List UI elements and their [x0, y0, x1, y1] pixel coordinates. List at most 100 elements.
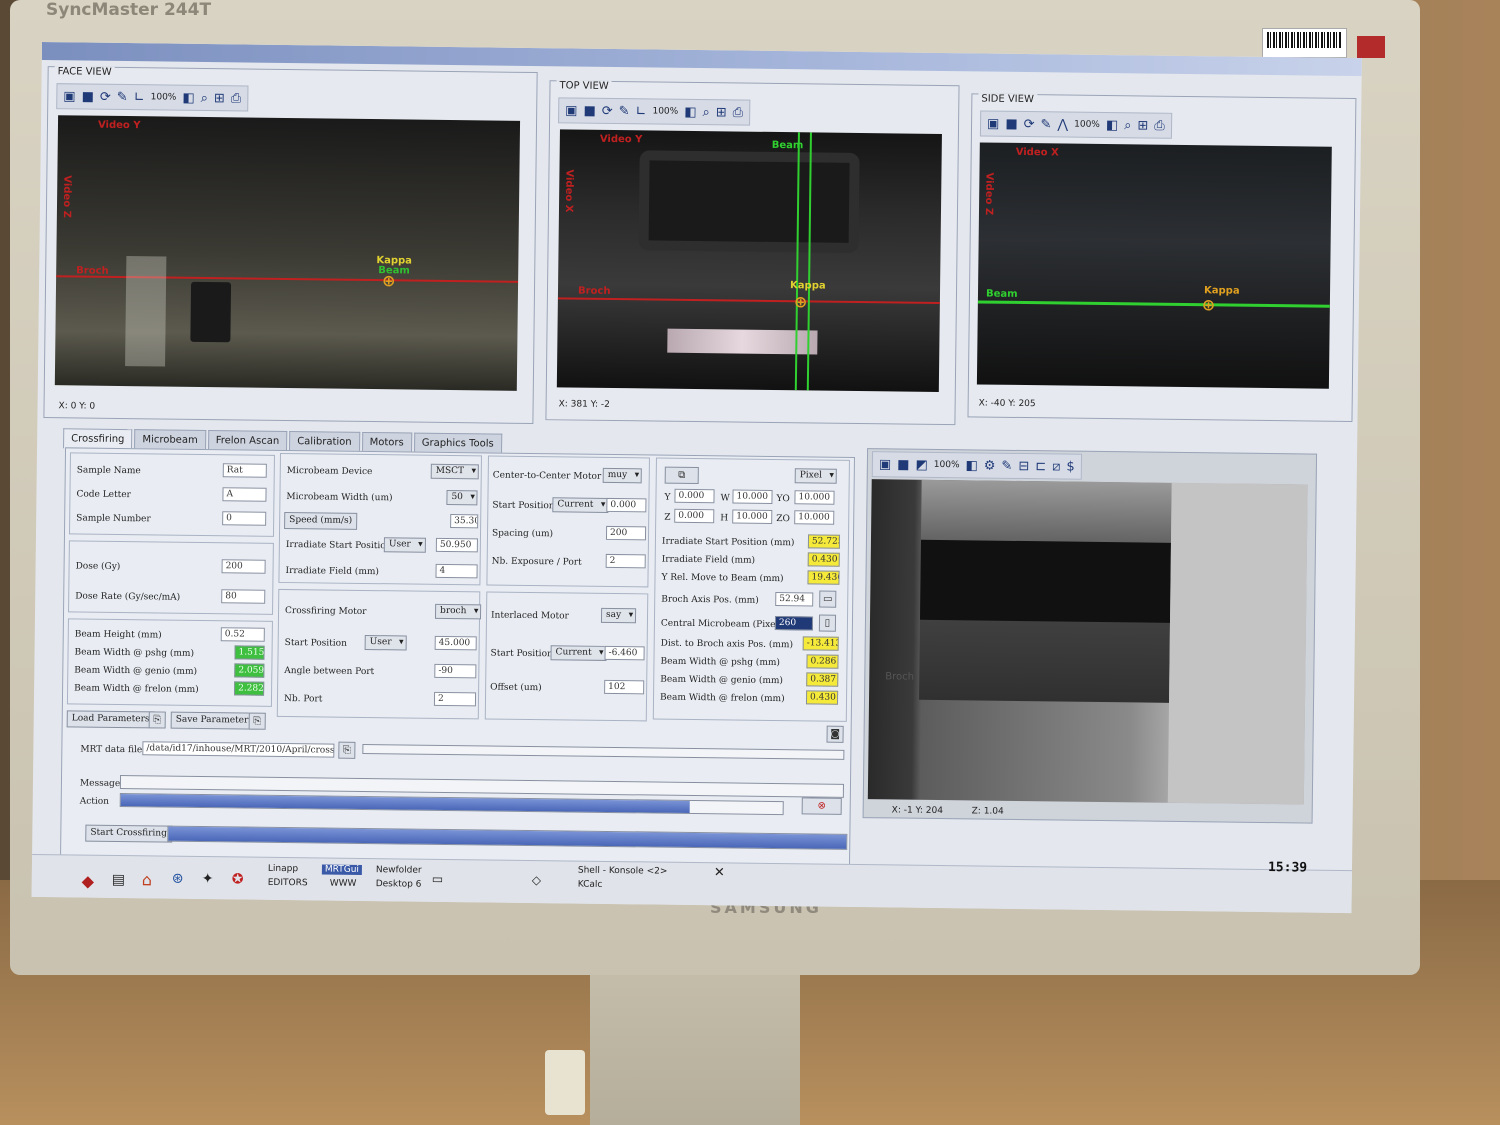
center-motor-select[interactable]: muy: [602, 467, 643, 484]
center-start-input[interactable]: 0.000: [606, 497, 647, 513]
folder-browse-icon[interactable]: ⎘: [338, 741, 356, 759]
palette-icon[interactable]: ◧: [684, 104, 696, 119]
grid-icon[interactable]: ⊞: [214, 91, 225, 106]
save-icon[interactable]: ■: [583, 103, 595, 118]
roi-zo-input[interactable]: 10.000: [794, 510, 835, 525]
compass-icon[interactable]: ⋀: [1057, 117, 1068, 132]
print-icon[interactable]: ⎙: [733, 105, 744, 120]
snapshot-icon[interactable]: ▣: [879, 457, 891, 472]
refresh-icon[interactable]: ⟳: [1024, 116, 1035, 131]
speed-button[interactable]: Speed (mm/s): [284, 511, 358, 530]
roi-h-input[interactable]: 10.000: [732, 509, 773, 524]
network-icon[interactable]: ⊛: [172, 871, 184, 887]
image-icon[interactable]: ◩: [915, 457, 927, 472]
folder-open-icon[interactable]: ⎘: [148, 711, 166, 729]
desktop-1-top[interactable]: Linapp: [268, 864, 298, 874]
interlaced-start-input[interactable]: -6.460: [604, 645, 645, 661]
frelon-image[interactable]: Broch: [867, 479, 1308, 805]
desktop-3-bottom[interactable]: Desktop 6: [376, 879, 422, 890]
crossfiring-start-input[interactable]: 45.000: [434, 635, 477, 651]
print-icon[interactable]: ⎙: [231, 91, 242, 106]
tab-crossfiring[interactable]: Crossfiring: [63, 428, 133, 450]
folder-save-icon[interactable]: ⎘: [248, 712, 266, 730]
line-icon[interactable]: ⊟: [1018, 458, 1029, 473]
central-microbeam-input[interactable]: 260: [774, 615, 814, 631]
snapshot-icon[interactable]: ▣: [565, 103, 577, 118]
sample-number-input[interactable]: 0: [222, 511, 267, 526]
roi-yo-input[interactable]: 10.000: [794, 490, 835, 505]
center-start-mode-select[interactable]: Current: [552, 497, 609, 513]
palette-icon[interactable]: ◧: [965, 458, 977, 473]
home-icon[interactable]: ⌂: [142, 870, 152, 889]
code-letter-input[interactable]: A: [222, 487, 267, 502]
zoom-select[interactable]: 100%: [1074, 120, 1100, 130]
broch-axis-input[interactable]: 52.94: [775, 592, 814, 607]
nb-exposure-input[interactable]: 2: [605, 553, 646, 569]
camera-icon[interactable]: ◙: [826, 725, 844, 743]
tab-frelon-ascan[interactable]: Frelon Ascan: [207, 430, 288, 452]
desktop-3-top[interactable]: Newfolder: [376, 865, 422, 876]
snapshot-icon[interactable]: ▣: [987, 116, 999, 131]
angle-between-port-input[interactable]: -90: [434, 663, 477, 679]
face-video[interactable]: Video Y Video Z Kappa Beam Broch ⊕: [54, 115, 521, 391]
magnifier-icon[interactable]: ⌕: [1124, 118, 1131, 133]
column-icon[interactable]: ⊏: [1035, 459, 1046, 474]
stop-icon[interactable]: ⊗: [801, 797, 842, 815]
desktop-2-bottom[interactable]: WWW: [330, 879, 357, 889]
top-video[interactable]: Video Y Video X Beam Kappa Broch ⊕: [556, 129, 942, 392]
start-crossfiring-button[interactable]: Start Crossfiring: [85, 824, 172, 843]
irradiate-start-mode-select[interactable]: User: [383, 537, 426, 553]
refresh-icon[interactable]: ⟳: [602, 103, 613, 118]
central-microbeam-button[interactable]: ▯: [818, 614, 837, 632]
palette-icon[interactable]: ◧: [182, 90, 194, 105]
crossfiring-start-mode-select[interactable]: User: [364, 634, 407, 651]
roi-select-icon[interactable]: ⧉: [664, 466, 699, 485]
refresh-icon[interactable]: ⟳: [100, 89, 111, 104]
axis-icon[interactable]: ∟: [636, 104, 647, 119]
save-parameters-button[interactable]: Save Parameters: [170, 711, 259, 730]
dollar-icon[interactable]: $: [1066, 459, 1074, 474]
clipboard-icon[interactable]: ◇: [532, 873, 541, 887]
spacing-input[interactable]: 200: [605, 525, 647, 541]
save-icon[interactable]: ■: [1005, 116, 1017, 131]
axis-icon[interactable]: ∟: [134, 90, 145, 105]
pen-icon[interactable]: ✎: [1001, 458, 1012, 473]
zoom-select[interactable]: 100%: [151, 92, 177, 102]
magnifier-icon[interactable]: ⌕: [702, 105, 709, 120]
roi-y-input[interactable]: 0.000: [674, 488, 715, 504]
sample-name-input[interactable]: Rat: [222, 463, 267, 478]
mrt-file-input[interactable]: /data/id17/inhouse/MRT/2010/April/crossb…: [142, 741, 335, 758]
crossfiring-motor-select[interactable]: broch: [434, 603, 482, 620]
interlaced-start-mode-select[interactable]: Current: [550, 645, 607, 661]
grid-icon[interactable]: ⊞: [716, 105, 727, 120]
tab-microbeam[interactable]: Microbeam: [134, 429, 206, 451]
roi-z-input[interactable]: 0.000: [674, 508, 715, 524]
close-task-icon[interactable]: ✕: [714, 865, 725, 880]
save-icon[interactable]: ■: [897, 457, 909, 472]
side-video[interactable]: Video X Video Z Beam Kappa ⊕: [976, 142, 1332, 389]
task-konsole[interactable]: Shell - Konsole <2>: [578, 866, 668, 877]
pen-icon[interactable]: ✎: [1040, 117, 1051, 132]
show-desktop-icon[interactable]: ▭: [432, 872, 444, 886]
tools-icon[interactable]: ✦: [202, 871, 214, 887]
load-parameters-button[interactable]: Load Parameters: [66, 710, 155, 729]
dose-input[interactable]: 200: [221, 559, 266, 574]
terminal-icon[interactable]: ▤: [112, 872, 125, 888]
broch-axis-button[interactable]: ▭: [819, 590, 837, 608]
pen-icon[interactable]: ✎: [117, 89, 128, 104]
unit-select[interactable]: Pixel: [794, 468, 838, 484]
print-icon[interactable]: ⎙: [1154, 118, 1165, 133]
tab-graphics-tools[interactable]: Graphics Tools: [413, 432, 502, 454]
irradiate-start-input[interactable]: 50.950: [435, 537, 478, 553]
save-icon[interactable]: ■: [82, 89, 94, 104]
microbeam-device-select[interactable]: MSCT: [430, 463, 480, 480]
irradiate-field-input[interactable]: 4: [435, 563, 478, 579]
tab-motors[interactable]: Motors: [361, 431, 412, 453]
roi-w-input[interactable]: 10.000: [732, 489, 773, 504]
grid-icon[interactable]: ⊞: [1137, 118, 1148, 133]
desktop-1-bottom[interactable]: EDITORS: [268, 878, 308, 888]
diagonal-icon[interactable]: ⧄: [1052, 459, 1060, 474]
microbeam-width-select[interactable]: 50: [446, 489, 479, 506]
zoom-select[interactable]: 100%: [934, 460, 960, 470]
magnifier-icon[interactable]: ⌕: [201, 90, 208, 105]
